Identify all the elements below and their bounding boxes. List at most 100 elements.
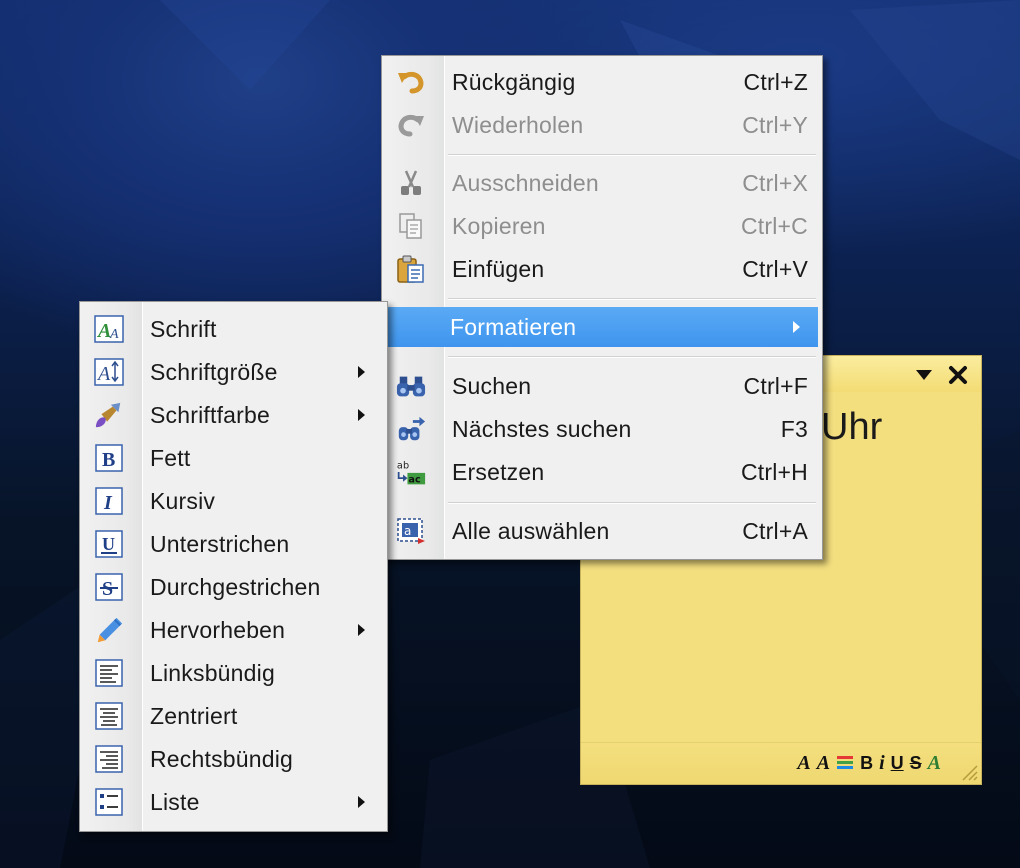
note-text[interactable]: Uhr [821, 406, 882, 449]
resize-grip-icon[interactable] [957, 760, 979, 782]
font-icon: A A [94, 315, 124, 343]
submenu-item-highlight[interactable]: Hervorheben [84, 610, 383, 650]
menu-item-replace[interactable]: ab ac Ersetzen Ctrl+H [386, 452, 818, 492]
menu-item-shortcut: Ctrl+C [740, 212, 808, 239]
menu-item-label: Kopieren [452, 212, 546, 239]
menu-separator [448, 298, 816, 300]
menu-item-shortcut: Ctrl+X [742, 169, 808, 196]
svg-text:U: U [102, 534, 115, 554]
menu-item-label: Formatieren [450, 313, 577, 340]
align-left-icon [94, 659, 124, 687]
menu-separator [448, 154, 816, 156]
menu-item-paste[interactable]: Einfügen Ctrl+V [386, 249, 818, 289]
submenu-item-font-size[interactable]: A Schriftgröße [84, 352, 383, 392]
menu-item-label: Liste [150, 788, 200, 815]
bold-icon: B [94, 444, 124, 472]
svg-text:a: a [404, 524, 412, 538]
note-font-size-button[interactable]: A [817, 751, 830, 775]
svg-text:A: A [96, 363, 111, 385]
submenu-item-bold[interactable]: B Fett [84, 438, 383, 478]
menu-item-label: Ersetzen [452, 458, 545, 485]
submenu-item-align-right[interactable]: Rechtsbündig [84, 739, 383, 779]
svg-text:I: I [103, 492, 113, 514]
submenu-item-italic[interactable]: I Kursiv [84, 481, 383, 521]
menu-item-shortcut: F3 [780, 415, 808, 442]
menu-item-label: Hervorheben [150, 616, 286, 643]
menu-item-label: Einfügen [452, 255, 545, 282]
submenu-item-align-left[interactable]: Linksbündig [84, 653, 383, 693]
submenu-item-font[interactable]: A A Schrift [84, 309, 383, 349]
binoculars-icon [396, 372, 426, 400]
note-menu-dropdown-icon[interactable] [911, 362, 937, 388]
svg-text:A: A [109, 327, 119, 342]
menu-item-label: Zentriert [150, 702, 238, 729]
menu-item-label: Alle auswählen [452, 517, 610, 544]
submenu-item-align-center[interactable]: Zentriert [84, 696, 383, 736]
menu-item-label: Wiederholen [452, 111, 584, 138]
note-strikethrough-button[interactable]: S [910, 751, 922, 775]
menu-item-label: Linksbündig [150, 659, 275, 686]
menu-item-label: Rückgängig [452, 68, 576, 95]
menu-item-shortcut: Ctrl+H [740, 458, 808, 485]
menu-item-shortcut: Ctrl+Y [742, 111, 808, 138]
menu-item-select-all[interactable]: a Alle auswählen Ctrl+A [386, 511, 818, 551]
svg-text:ab: ab [397, 460, 409, 471]
paste-icon [396, 255, 426, 283]
submenu-item-bullet-list[interactable]: Liste [84, 782, 383, 822]
menu-item-label: Durchgestrichen [150, 573, 321, 600]
note-font-button[interactable]: A [797, 751, 810, 775]
note-close-icon[interactable] [945, 362, 971, 388]
redo-icon [396, 111, 426, 139]
menu-item-label: Kursiv [150, 487, 216, 514]
bullet-list-icon [94, 788, 124, 816]
submenu-arrow-icon [358, 409, 365, 421]
menu-item-shortcut: Ctrl+F [743, 372, 808, 399]
submenu-item-strikethrough[interactable]: S Durchgestrichen [84, 567, 383, 607]
menu-item-shortcut: Ctrl+A [742, 517, 808, 544]
svg-text:ac: ac [408, 475, 421, 486]
menu-item-label: Fett [150, 444, 191, 471]
format-submenu: A A Schrift A Schriftgröße Schriftfarbe [79, 301, 388, 832]
menu-item-copy[interactable]: Kopieren Ctrl+C [386, 206, 818, 246]
menu-item-label: Schriftgröße [150, 358, 278, 385]
submenu-arrow-icon [793, 321, 800, 333]
submenu-item-underline[interactable]: U Unterstrichen [84, 524, 383, 564]
replace-icon: ab ac [396, 458, 426, 486]
underline-icon: U [94, 530, 124, 558]
scissors-icon [396, 169, 426, 197]
menu-item-cut[interactable]: Ausschneiden Ctrl+X [386, 163, 818, 203]
font-size-icon: A [94, 358, 124, 386]
svg-text:B: B [102, 449, 116, 471]
find-next-icon [396, 415, 426, 443]
menu-item-label: Unterstrichen [150, 530, 290, 557]
menu-item-label: Nächstes suchen [452, 415, 632, 442]
note-bold-button[interactable]: B [860, 751, 873, 775]
note-font-color-icon[interactable] [836, 754, 854, 772]
submenu-item-font-color[interactable]: Schriftfarbe [84, 395, 383, 435]
note-highlight-button[interactable]: A [928, 751, 941, 775]
menu-item-label: Schrift [150, 315, 217, 342]
note-italic-button[interactable]: i [879, 751, 885, 775]
menu-item-undo[interactable]: Rückgängig Ctrl+Z [386, 62, 818, 102]
align-right-icon [94, 745, 124, 773]
align-center-icon [94, 702, 124, 730]
menu-item-format[interactable]: Formatieren [384, 307, 818, 347]
menu-item-label: Suchen [452, 372, 532, 399]
menu-item-shortcut: Ctrl+V [742, 255, 808, 282]
context-menu: Rückgängig Ctrl+Z Wiederholen Ctrl+Y Aus… [381, 55, 823, 560]
menu-separator [448, 356, 816, 358]
menu-item-find[interactable]: Suchen Ctrl+F [386, 366, 818, 406]
menu-item-shortcut: Ctrl+Z [743, 68, 808, 95]
submenu-arrow-icon [358, 796, 365, 808]
submenu-arrow-icon [358, 624, 365, 636]
submenu-arrow-icon [358, 366, 365, 378]
menu-item-find-next[interactable]: Nächstes suchen F3 [386, 409, 818, 449]
menu-item-redo[interactable]: Wiederholen Ctrl+Y [386, 105, 818, 145]
font-color-brush-icon [94, 401, 124, 429]
menu-item-label: Schriftfarbe [150, 401, 271, 428]
copy-icon [396, 212, 426, 240]
italic-icon: I [94, 487, 124, 515]
note-underline-button[interactable]: U [891, 751, 904, 775]
menu-separator [448, 502, 816, 504]
menu-item-label: Ausschneiden [452, 169, 599, 196]
